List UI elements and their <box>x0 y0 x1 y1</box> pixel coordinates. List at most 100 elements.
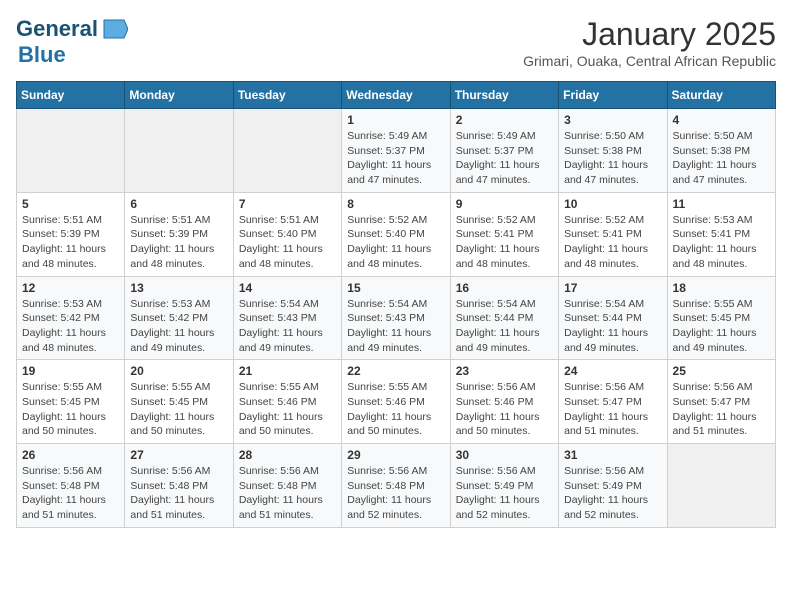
calendar-table: SundayMondayTuesdayWednesdayThursdayFrid… <box>16 81 776 528</box>
day-info: Sunrise: 5:54 AM Sunset: 5:44 PM Dayligh… <box>456 297 553 356</box>
day-number: 31 <box>564 448 661 462</box>
header-friday: Friday <box>559 82 667 109</box>
calendar-cell: 17 Sunrise: 5:54 AM Sunset: 5:44 PM Dayli… <box>559 276 667 360</box>
calendar-cell: 19Sunrise: 5:55 AM Sunset: 5:45 PM Dayli… <box>17 360 125 444</box>
calendar-cell: 28Sunrise: 5:56 AM Sunset: 5:48 PM Dayli… <box>233 444 341 528</box>
day-info: Sunrise: 5:50 AM Sunset: 5:38 PM Dayligh… <box>673 129 770 188</box>
page-header: General Blue January 2025 Grimari, Ouaka… <box>16 16 776 69</box>
day-info: Sunrise: 5:55 AM Sunset: 5:46 PM Dayligh… <box>239 380 336 439</box>
header-thursday: Thursday <box>450 82 558 109</box>
calendar-cell: 16Sunrise: 5:54 AM Sunset: 5:44 PM Dayli… <box>450 276 558 360</box>
day-info: Sunrise: 5:51 AM Sunset: 5:40 PM Dayligh… <box>239 213 336 272</box>
calendar-cell: 22 Sunrise: 5:55 AM Sunset: 5:46 PM Dayli… <box>342 360 450 444</box>
calendar-header-row: SundayMondayTuesdayWednesdayThursdayFrid… <box>17 82 776 109</box>
day-info: Sunrise: 5:50 AM Sunset: 5:38 PM Dayligh… <box>564 129 661 188</box>
calendar-cell: 10 Sunrise: 5:52 AM Sunset: 5:41 PM Dayli… <box>559 192 667 276</box>
day-number: 15 <box>347 281 444 295</box>
day-info: Sunrise: 5:51 AM Sunset: 5:39 PM Dayligh… <box>22 213 119 272</box>
calendar-cell: 31 Sunrise: 5:56 AM Sunset: 5:49 PM Dayli… <box>559 444 667 528</box>
calendar-cell: 15 Sunrise: 5:54 AM Sunset: 5:43 PM Dayli… <box>342 276 450 360</box>
calendar-cell: 7 Sunrise: 5:51 AM Sunset: 5:40 PM Daylig… <box>233 192 341 276</box>
calendar-cell: 14 Sunrise: 5:54 AM Sunset: 5:43 PM Dayli… <box>233 276 341 360</box>
calendar-cell <box>233 109 341 193</box>
calendar-cell <box>17 109 125 193</box>
logo-text-blue: Blue <box>18 42 66 67</box>
calendar-cell: 21 Sunrise: 5:55 AM Sunset: 5:46 PM Dayli… <box>233 360 341 444</box>
day-number: 9 <box>456 197 553 211</box>
calendar-cell: 29 Sunrise: 5:56 AM Sunset: 5:48 PM Dayli… <box>342 444 450 528</box>
day-number: 18 <box>673 281 770 295</box>
calendar-cell: 11Sunrise: 5:53 AM Sunset: 5:41 PM Dayli… <box>667 192 775 276</box>
calendar-cell: 12 Sunrise: 5:53 AM Sunset: 5:42 PM Dayli… <box>17 276 125 360</box>
header-tuesday: Tuesday <box>233 82 341 109</box>
calendar-cell <box>667 444 775 528</box>
day-number: 4 <box>673 113 770 127</box>
day-number: 27 <box>130 448 227 462</box>
location: Grimari, Ouaka, Central African Republic <box>523 53 776 69</box>
day-number: 12 <box>22 281 119 295</box>
day-info: Sunrise: 5:53 AM Sunset: 5:42 PM Dayligh… <box>130 297 227 356</box>
day-info: Sunrise: 5:56 AM Sunset: 5:48 PM Dayligh… <box>130 464 227 523</box>
day-number: 17 <box>564 281 661 295</box>
day-number: 26 <box>22 448 119 462</box>
header-saturday: Saturday <box>667 82 775 109</box>
calendar-cell: 5 Sunrise: 5:51 AM Sunset: 5:39 PM Daylig… <box>17 192 125 276</box>
day-info: Sunrise: 5:55 AM Sunset: 5:46 PM Dayligh… <box>347 380 444 439</box>
day-info: Sunrise: 5:54 AM Sunset: 5:43 PM Dayligh… <box>239 297 336 356</box>
calendar-week-2: 5 Sunrise: 5:51 AM Sunset: 5:39 PM Daylig… <box>17 192 776 276</box>
calendar-cell: 6 Sunrise: 5:51 AM Sunset: 5:39 PM Daylig… <box>125 192 233 276</box>
calendar-week-1: 1 Sunrise: 5:49 AM Sunset: 5:37 PM Daylig… <box>17 109 776 193</box>
calendar-cell: 26Sunrise: 5:56 AM Sunset: 5:48 PM Dayli… <box>17 444 125 528</box>
calendar-cell: 3Sunrise: 5:50 AM Sunset: 5:38 PM Daylig… <box>559 109 667 193</box>
calendar-cell: 27 Sunrise: 5:56 AM Sunset: 5:48 PM Dayli… <box>125 444 233 528</box>
calendar-cell: 30Sunrise: 5:56 AM Sunset: 5:49 PM Dayli… <box>450 444 558 528</box>
calendar-cell: 1 Sunrise: 5:49 AM Sunset: 5:37 PM Daylig… <box>342 109 450 193</box>
logo-icon <box>100 18 128 40</box>
day-info: Sunrise: 5:54 AM Sunset: 5:43 PM Dayligh… <box>347 297 444 356</box>
header-monday: Monday <box>125 82 233 109</box>
calendar-cell: 9 Sunrise: 5:52 AM Sunset: 5:41 PM Daylig… <box>450 192 558 276</box>
day-number: 6 <box>130 197 227 211</box>
title-area: January 2025 Grimari, Ouaka, Central Afr… <box>523 16 776 69</box>
day-number: 5 <box>22 197 119 211</box>
day-info: Sunrise: 5:52 AM Sunset: 5:40 PM Dayligh… <box>347 213 444 272</box>
logo: General Blue <box>16 16 128 68</box>
day-number: 10 <box>564 197 661 211</box>
day-number: 25 <box>673 364 770 378</box>
day-info: Sunrise: 5:53 AM Sunset: 5:42 PM Dayligh… <box>22 297 119 356</box>
day-info: Sunrise: 5:56 AM Sunset: 5:47 PM Dayligh… <box>564 380 661 439</box>
day-number: 24 <box>564 364 661 378</box>
calendar-cell: 23Sunrise: 5:56 AM Sunset: 5:46 PM Dayli… <box>450 360 558 444</box>
month-title: January 2025 <box>523 16 776 53</box>
day-info: Sunrise: 5:55 AM Sunset: 5:45 PM Dayligh… <box>22 380 119 439</box>
day-info: Sunrise: 5:51 AM Sunset: 5:39 PM Dayligh… <box>130 213 227 272</box>
day-info: Sunrise: 5:49 AM Sunset: 5:37 PM Dayligh… <box>347 129 444 188</box>
day-info: Sunrise: 5:52 AM Sunset: 5:41 PM Dayligh… <box>456 213 553 272</box>
day-number: 22 <box>347 364 444 378</box>
day-number: 1 <box>347 113 444 127</box>
calendar-cell: 18 Sunrise: 5:55 AM Sunset: 5:45 PM Dayli… <box>667 276 775 360</box>
day-number: 29 <box>347 448 444 462</box>
calendar-cell <box>125 109 233 193</box>
day-info: Sunrise: 5:49 AM Sunset: 5:37 PM Dayligh… <box>456 129 553 188</box>
day-number: 14 <box>239 281 336 295</box>
calendar-cell: 20Sunrise: 5:55 AM Sunset: 5:45 PM Dayli… <box>125 360 233 444</box>
day-info: Sunrise: 5:56 AM Sunset: 5:49 PM Dayligh… <box>564 464 661 523</box>
header-wednesday: Wednesday <box>342 82 450 109</box>
day-info: Sunrise: 5:56 AM Sunset: 5:46 PM Dayligh… <box>456 380 553 439</box>
calendar-week-3: 12 Sunrise: 5:53 AM Sunset: 5:42 PM Dayli… <box>17 276 776 360</box>
calendar-cell: 25Sunrise: 5:56 AM Sunset: 5:47 PM Dayli… <box>667 360 775 444</box>
logo-text-general: General <box>16 16 98 42</box>
calendar-week-5: 26 Sunrise: 5:56 AM Sunset: 5:48 PM Dayli… <box>17 444 776 528</box>
calendar-cell: 4 Sunrise: 5:50 AM Sunset: 5:38 PM Daylig… <box>667 109 775 193</box>
day-info: Sunrise: 5:56 AM Sunset: 5:48 PM Dayligh… <box>347 464 444 523</box>
day-info: Sunrise: 5:55 AM Sunset: 5:45 PM Dayligh… <box>673 297 770 356</box>
day-number: 2 <box>456 113 553 127</box>
calendar-cell: 13Sunrise: 5:53 AM Sunset: 5:42 PM Dayli… <box>125 276 233 360</box>
day-info: Sunrise: 5:54 AM Sunset: 5:44 PM Dayligh… <box>564 297 661 356</box>
calendar-cell: 2 Sunrise: 5:49 AM Sunset: 5:37 PM Daylig… <box>450 109 558 193</box>
day-number: 30 <box>456 448 553 462</box>
day-info: Sunrise: 5:52 AM Sunset: 5:41 PM Dayligh… <box>564 213 661 272</box>
day-number: 7 <box>239 197 336 211</box>
day-number: 21 <box>239 364 336 378</box>
